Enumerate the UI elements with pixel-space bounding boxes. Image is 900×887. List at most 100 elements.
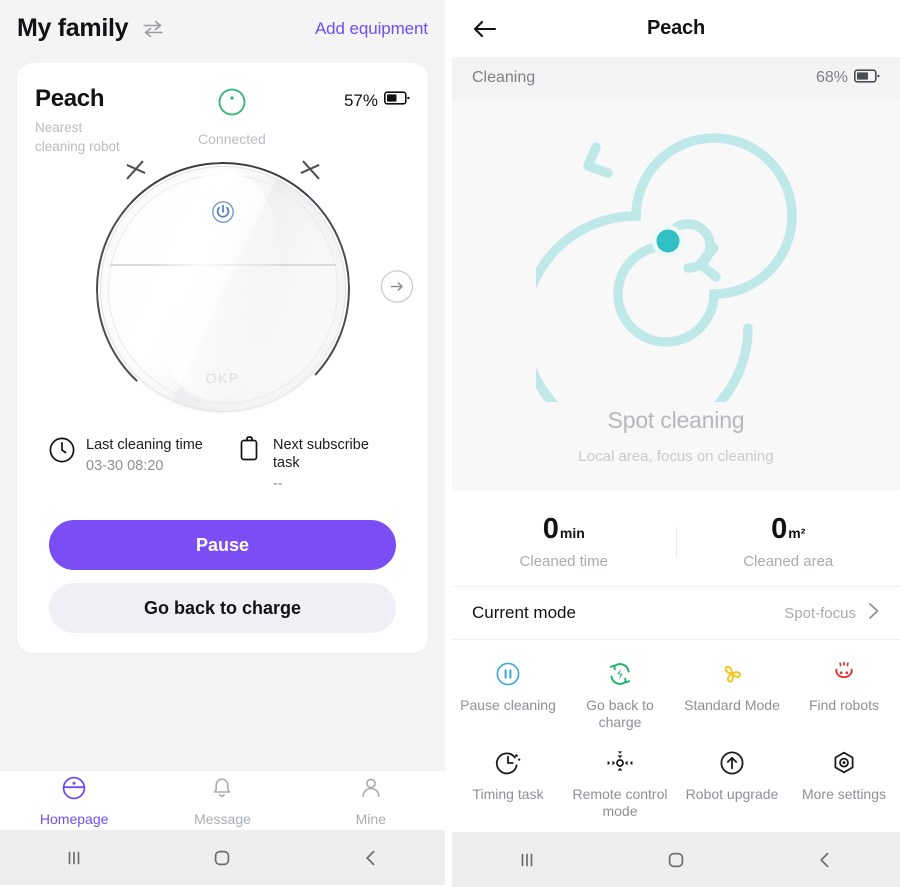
device-subtitle-line2: cleaning robot: [35, 137, 120, 156]
cleaned-area-value: 0: [771, 513, 787, 546]
detail-battery-indicator: 68%: [816, 68, 880, 89]
device-info-row: Last cleaning time 03-30 08:20 Next subs…: [35, 436, 410, 492]
cleaning-stats: 0 min Cleaned time 0 m² Cleaned area: [452, 491, 900, 586]
action-remote-control-mode[interactable]: Remote control mode: [564, 743, 676, 832]
robot-illustration: OKP: [35, 158, 410, 420]
upgrade-arrow-up-icon: [719, 749, 745, 777]
cleaned-area-stat: 0 m² Cleaned area: [677, 513, 900, 570]
tab-homepage[interactable]: Homepage: [0, 775, 148, 827]
clipboard-icon: [237, 436, 263, 469]
last-cleaning-text: Last cleaning time 03-30 08:20: [86, 436, 203, 474]
tab-mine[interactable]: Mine: [297, 775, 445, 827]
recent-apps-icon[interactable]: [0, 845, 148, 871]
battery-icon: [854, 68, 880, 89]
action-label: Find robots: [809, 697, 879, 714]
spiral-spot-cleaning-icon: [526, 121, 826, 411]
device-detail-panel: Peach Cleaning 68% Spot clea: [452, 0, 900, 885]
left-header: My family Add equipment: [0, 0, 445, 57]
go-back-to-charge-button[interactable]: Go back to charge: [49, 583, 396, 633]
battery-indicator: 57%: [344, 85, 410, 111]
device-subtitle-line1: Nearest: [35, 118, 120, 137]
pause-circle-icon: [495, 660, 521, 688]
recharge-refresh-icon: [606, 660, 634, 688]
recent-apps-icon[interactable]: [452, 847, 601, 873]
side-brush-left-arm-icon: [126, 164, 145, 174]
last-cleaning-value: 03-30 08:20: [86, 458, 203, 474]
action-pause-cleaning[interactable]: Pause cleaning: [452, 654, 564, 743]
cleaning-status-text: Cleaning: [472, 69, 816, 87]
panel-divider: [445, 0, 452, 885]
timer-icon: [495, 749, 521, 777]
next-task-value: --: [273, 476, 397, 492]
arrow-left-icon[interactable]: [472, 18, 498, 40]
robot-vacuum-graphic[interactable]: OKP: [94, 160, 352, 418]
action-label: Standard Mode: [684, 697, 780, 714]
arrow-right-circle-icon[interactable]: [380, 270, 414, 309]
cleaned-time-value: 0: [543, 513, 559, 546]
action-label: Robot upgrade: [686, 786, 779, 803]
connection-label: Connected: [198, 131, 266, 147]
device-card-header: Peach Nearest cleaning robot Connected 5…: [35, 85, 410, 156]
next-task-info: Next subscribe task --: [237, 436, 397, 492]
current-mode-label: Current mode: [472, 603, 784, 623]
action-go-back-to-charge[interactable]: Go back to charge: [564, 654, 676, 743]
tab-mine-label: Mine: [356, 811, 386, 827]
spot-cleaning-title: Spot cleaning: [608, 407, 745, 434]
cleaned-area-value-row: 0 m²: [771, 513, 805, 546]
cleaned-area-unit: m²: [788, 525, 805, 541]
connection-status: Connected: [120, 85, 344, 147]
next-task-label: Next subscribe task: [273, 436, 397, 472]
cleaned-time-value-row: 0 min: [543, 513, 585, 546]
homepage-robot-icon: [61, 775, 87, 806]
pause-button[interactable]: Pause: [49, 520, 396, 570]
detail-battery-percent: 68%: [816, 69, 848, 87]
back-chevron-icon[interactable]: [297, 845, 445, 871]
homepage-panel: My family Add equipment Peach Nearest cl…: [0, 0, 445, 885]
tab-message-label: Message: [194, 811, 251, 827]
cleaned-time-unit: min: [560, 525, 585, 541]
robot-brand-label: OKP: [205, 370, 239, 386]
action-robot-upgrade[interactable]: Robot upgrade: [676, 743, 788, 832]
detail-header: Peach: [452, 0, 900, 57]
person-icon: [358, 775, 384, 806]
left-spacer: [0, 653, 445, 770]
action-timing-task[interactable]: Timing task: [452, 743, 564, 832]
device-identity: Peach Nearest cleaning robot: [35, 85, 120, 156]
spot-cleaning-subtitle: Local area, focus on cleaning: [578, 448, 773, 465]
battery-percent: 57%: [344, 91, 378, 111]
home-square-icon[interactable]: [148, 845, 296, 871]
bell-icon: [209, 775, 235, 806]
last-cleaning-label: Last cleaning time: [86, 436, 203, 454]
status-bar: Cleaning 68%: [452, 57, 900, 99]
swap-arrows-icon[interactable]: [141, 19, 165, 39]
cleaned-time-stat: 0 min Cleaned time: [452, 513, 676, 570]
dpad-move-icon: [605, 749, 635, 777]
status-ring-icon: [217, 87, 247, 122]
find-robot-face-icon: [831, 660, 857, 688]
page-title: My family: [17, 14, 128, 43]
side-brush-right-arm-icon: [300, 164, 319, 174]
fan-icon: [718, 660, 746, 688]
action-label: Pause cleaning: [460, 697, 556, 714]
action-more-settings[interactable]: More settings: [788, 743, 900, 832]
power-button-icon[interactable]: [211, 200, 235, 229]
back-chevron-icon[interactable]: [751, 847, 900, 873]
tab-message[interactable]: Message: [148, 775, 296, 827]
action-find-robots[interactable]: Find robots: [788, 654, 900, 743]
current-mode-row[interactable]: Current mode Spot-focus: [452, 586, 900, 640]
device-name: Peach: [35, 85, 120, 113]
android-nav-bar-right: [452, 832, 900, 887]
add-equipment-button[interactable]: Add equipment: [315, 19, 428, 39]
battery-icon: [384, 90, 410, 111]
detail-title: Peach: [452, 17, 900, 40]
action-standard-mode[interactable]: Standard Mode: [676, 654, 788, 743]
last-cleaning-info: Last cleaning time 03-30 08:20: [48, 436, 237, 492]
action-label: Timing task: [472, 786, 543, 803]
cleaned-time-label: Cleaned time: [520, 553, 608, 570]
cleaned-area-label: Cleaned area: [743, 553, 833, 570]
settings-gear-icon: [831, 749, 857, 777]
spot-cleaning-section: Spot cleaning Local area, focus on clean…: [452, 99, 900, 491]
home-square-icon[interactable]: [601, 847, 750, 873]
robot-lid-seam: [110, 264, 336, 266]
current-mode-value: Spot-focus: [784, 605, 856, 622]
